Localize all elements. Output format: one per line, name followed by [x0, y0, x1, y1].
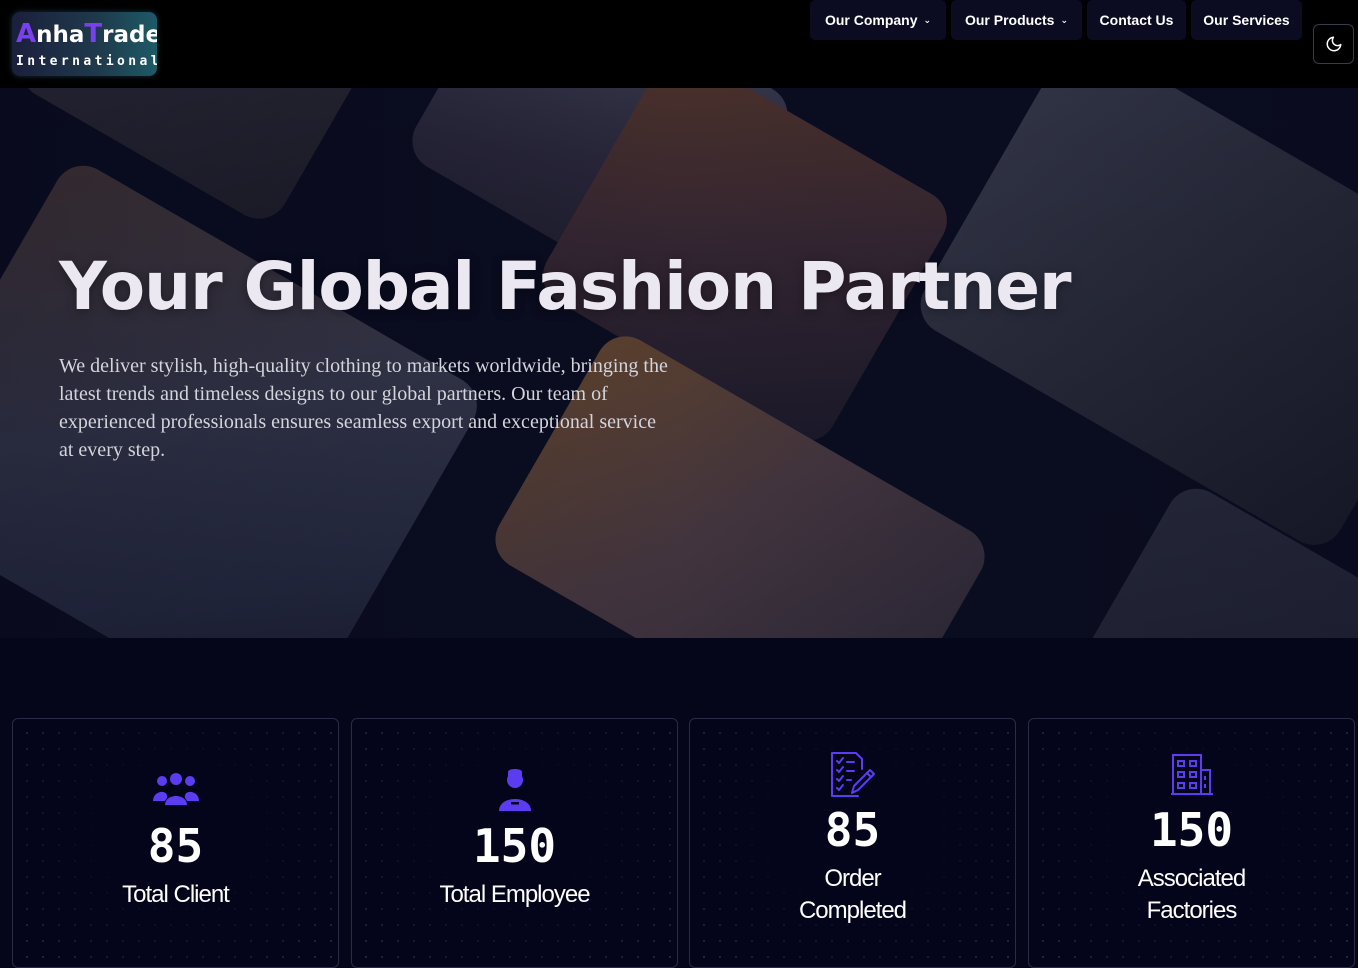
stat-label-line: Total Employee — [439, 881, 590, 908]
stat-label-line: Associated — [1137, 865, 1246, 892]
stat-value: 150 — [472, 819, 557, 873]
hero-title: Your Global Fashion Partner — [59, 248, 1072, 325]
stat-label-line: Completed — [798, 897, 907, 924]
hero-description-line: at every step. — [59, 439, 166, 461]
navbar: AnhaTrade International Our Company ⌄ Our… — [0, 0, 1358, 88]
nav-our-company[interactable]: Our Company ⌄ — [810, 0, 946, 40]
stat-label: Order Completed — [743, 863, 963, 927]
hero-description: We deliver stylish, high-quality clothin… — [59, 352, 731, 464]
stat-value: 150 — [1149, 803, 1234, 857]
checklist-edit-icon — [830, 752, 875, 797]
users-group-icon — [152, 773, 199, 805]
employee-icon — [498, 769, 531, 811]
theme-toggle-button[interactable] — [1313, 24, 1354, 64]
logo-subtitle: International — [16, 54, 157, 69]
building-icon — [1170, 754, 1213, 795]
nav-our-company-label: Our Company — [824, 12, 918, 28]
stat-card-total-client: 85 Total Client — [12, 718, 339, 968]
chevron-down-icon: ⌄ — [1060, 15, 1068, 25]
logo-wordmark: AnhaTrade — [16, 19, 157, 49]
stat-value: 85 — [147, 819, 204, 873]
hero-description-line: experienced professionals ensures seamle… — [59, 411, 656, 433]
stat-card-total-employee: 150 Total Employee — [351, 718, 678, 968]
stat-value: 85 — [824, 803, 881, 857]
hero-description-line: We deliver stylish, high-quality clothin… — [59, 355, 668, 377]
nav-our-services[interactable]: Our Services — [1191, 0, 1302, 40]
stat-card-associated-factories: 150 Associated Factories — [1028, 718, 1355, 968]
nav-our-services-label: Our Services — [1203, 12, 1290, 28]
stat-label: Total Employee — [405, 879, 625, 911]
stat-label-line: Factories — [1146, 897, 1238, 924]
stat-label-line: Order — [824, 865, 881, 892]
logo[interactable]: AnhaTrade International — [12, 12, 157, 76]
stat-label-line: Total Client — [122, 881, 230, 908]
nav-our-products[interactable]: Our Products ⌄ — [951, 0, 1082, 40]
nav-contact-us-label: Contact Us — [1099, 12, 1174, 28]
nav-contact-us[interactable]: Contact Us — [1087, 0, 1186, 40]
moon-icon — [1326, 36, 1341, 52]
stat-label: Total Client — [76, 879, 276, 911]
hero-description-line: latest trends and timeless designs to ou… — [59, 383, 608, 405]
stat-label: Associated Factories — [1082, 863, 1302, 927]
hero-section: Your Global Fashion Partner We deliver s… — [0, 88, 1358, 638]
chevron-down-icon: ⌄ — [923, 15, 932, 25]
stat-card-order-completed: 85 Order Completed — [689, 718, 1016, 968]
nav-our-products-label: Our Products — [964, 12, 1055, 28]
